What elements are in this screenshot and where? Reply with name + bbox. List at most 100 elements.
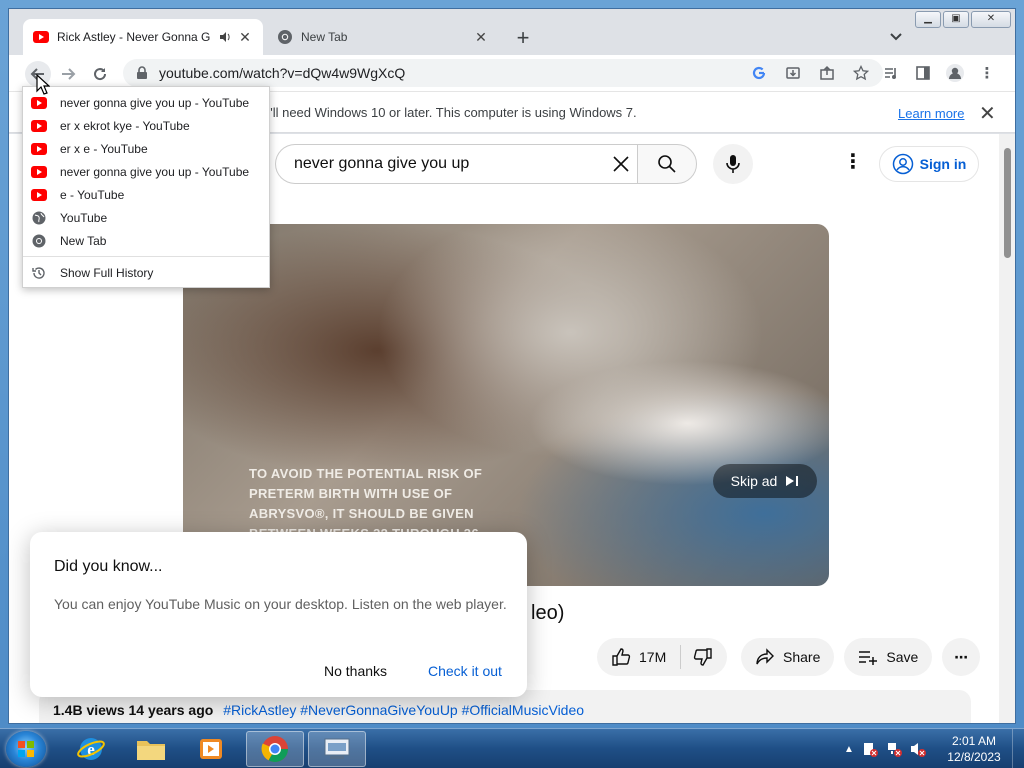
windows-taskbar: e ▲ 2:01 AM 12/8/2023	[0, 728, 1024, 768]
minimize-button[interactable]: ▁	[915, 11, 941, 28]
youtube-icon	[31, 118, 47, 134]
close-icon[interactable]: ✕	[979, 101, 996, 126]
new-tab-button[interactable]: +	[511, 27, 535, 51]
show-hidden-icons-icon[interactable]: ▲	[844, 744, 854, 755]
history-item[interactable]: never gonna give you up - YouTube	[23, 160, 269, 183]
sign-in-button[interactable]: Sign in	[879, 146, 979, 182]
more-actions-button[interactable]: ⋯	[942, 638, 981, 676]
speaker-icon[interactable]	[217, 29, 233, 45]
like-count: 17M	[639, 645, 682, 669]
youtube-icon	[31, 141, 47, 157]
check-it-out-button[interactable]: Check it out	[428, 663, 502, 679]
close-tab-icon[interactable]: ✕	[473, 29, 489, 45]
windows-logo-icon	[18, 741, 34, 757]
history-item-label: never gonna give you up - YouTube	[60, 164, 250, 179]
history-item[interactable]: er x e - YouTube	[23, 137, 269, 160]
star-icon[interactable]	[849, 61, 873, 85]
video-title: leo)	[531, 602, 565, 624]
like-dislike-group: 17M	[597, 638, 728, 676]
learn-more-link[interactable]: Learn more	[898, 106, 964, 121]
google-translate-icon[interactable]	[747, 61, 771, 85]
dislike-button[interactable]	[689, 647, 727, 667]
history-item[interactable]: YouTube	[23, 206, 269, 229]
kebab-menu-icon[interactable]: ⋮	[975, 61, 999, 85]
reload-button[interactable]	[87, 61, 113, 87]
globe-icon	[31, 210, 47, 226]
chrome-taskbar-button[interactable]	[246, 731, 304, 767]
arrow-right-icon	[62, 68, 76, 80]
view-stats: 1.4B views 14 years ago	[53, 702, 214, 718]
scrollbar-thumb[interactable]	[1004, 148, 1011, 258]
hashtags[interactable]: #RickAstley #NeverGonnaGiveYouUp #Offici…	[223, 702, 584, 718]
tab-rick-astley[interactable]: Rick Astley - Never Gonna G ✕	[23, 19, 263, 55]
history-icon	[31, 265, 47, 281]
settings-menu-icon[interactable]: ⋮	[843, 152, 863, 176]
close-tab-icon[interactable]: ✕	[237, 29, 253, 45]
forward-button[interactable]	[55, 61, 81, 87]
back-history-menu: never gonna give you up - YouTube er x e…	[22, 86, 270, 288]
share-save-group: Share Save ⋯	[741, 638, 981, 676]
skip-ad-label: Skip ad	[730, 473, 778, 489]
history-item[interactable]: never gonna give you up - YouTube	[23, 91, 269, 114]
share-icon[interactable]	[815, 61, 839, 85]
keyboard-app-taskbar-button[interactable]	[308, 731, 366, 767]
search-icon	[658, 155, 676, 173]
maximize-button[interactable]: ▣	[943, 11, 969, 28]
share-arrow-icon	[756, 648, 774, 665]
show-full-history-item[interactable]: Show Full History	[23, 261, 269, 284]
skip-ad-button[interactable]: Skip ad	[713, 464, 817, 498]
microphone-icon	[726, 155, 740, 173]
chevron-down-icon[interactable]	[885, 27, 907, 47]
chrome-icon	[31, 233, 47, 249]
search-input[interactable]: never gonna give you up	[275, 144, 607, 184]
internet-explorer-icon: e	[77, 738, 105, 760]
share-button[interactable]: Share	[741, 638, 835, 676]
start-button[interactable]	[6, 731, 46, 767]
promo-body: You can enjoy YouTube Music on your desk…	[54, 596, 507, 612]
close-window-button[interactable]: ✕	[971, 11, 1011, 28]
media-player-taskbar-button[interactable]	[182, 731, 240, 767]
file-explorer-taskbar-button[interactable]	[122, 731, 180, 767]
history-item-label: New Tab	[60, 233, 107, 248]
profile-icon[interactable]	[943, 61, 967, 85]
history-item[interactable]: er x ekrot kye - YouTube	[23, 114, 269, 137]
promo-heading: Did you know...	[54, 558, 163, 575]
thumbs-up-icon	[612, 648, 631, 666]
youtube-icon	[33, 31, 49, 43]
reload-icon	[94, 68, 107, 81]
page-scrollbar[interactable]	[999, 134, 1015, 723]
address-bar[interactable]: youtube.com/watch?v=dQw4w9WgXcQ	[123, 59, 883, 87]
clock-date: 12/8/2023	[947, 750, 1001, 764]
history-item-label: er x ekrot kye - YouTube	[60, 118, 190, 133]
playlist-add-icon	[859, 651, 878, 665]
voice-search-button[interactable]	[713, 144, 753, 184]
search-button[interactable]	[637, 144, 697, 184]
show-desktop-button[interactable]	[1012, 729, 1024, 768]
history-item-label: YouTube	[60, 210, 108, 225]
tab-title: Rick Astley - Never Gonna G	[57, 30, 211, 44]
media-control-icon[interactable]	[879, 61, 903, 85]
no-thanks-button[interactable]: No thanks	[324, 663, 387, 679]
system-clock[interactable]: 2:01 AM 12/8/2023	[938, 733, 1010, 765]
clear-search-button[interactable]	[605, 144, 637, 184]
youtube-icon	[31, 164, 47, 180]
close-icon	[613, 156, 629, 172]
action-center-icon[interactable]	[862, 741, 878, 757]
side-panel-icon[interactable]	[911, 61, 935, 85]
save-button[interactable]: Save	[844, 638, 933, 676]
tab-new-tab[interactable]: New Tab ✕	[267, 19, 499, 55]
mouse-cursor-icon	[36, 74, 50, 95]
volume-muted-icon[interactable]	[910, 741, 926, 757]
network-icon[interactable]	[886, 741, 902, 757]
thumbs-down-icon	[694, 648, 712, 666]
history-item[interactable]: New Tab	[23, 229, 269, 252]
internet-explorer-taskbar-button[interactable]: e	[62, 731, 120, 767]
history-item[interactable]: e - YouTube	[23, 183, 269, 206]
history-item-label: er x e - YouTube	[60, 141, 148, 156]
like-button[interactable]: 17M	[597, 638, 728, 676]
tab-strip: Rick Astley - Never Gonna G ✕ New Tab ✕ …	[9, 9, 1015, 55]
install-icon[interactable]	[781, 61, 805, 85]
youtube-music-promo: Did you know... You can enjoy YouTube Mu…	[30, 532, 527, 697]
share-label: Share	[783, 649, 821, 665]
omnibox-actions	[747, 59, 883, 87]
